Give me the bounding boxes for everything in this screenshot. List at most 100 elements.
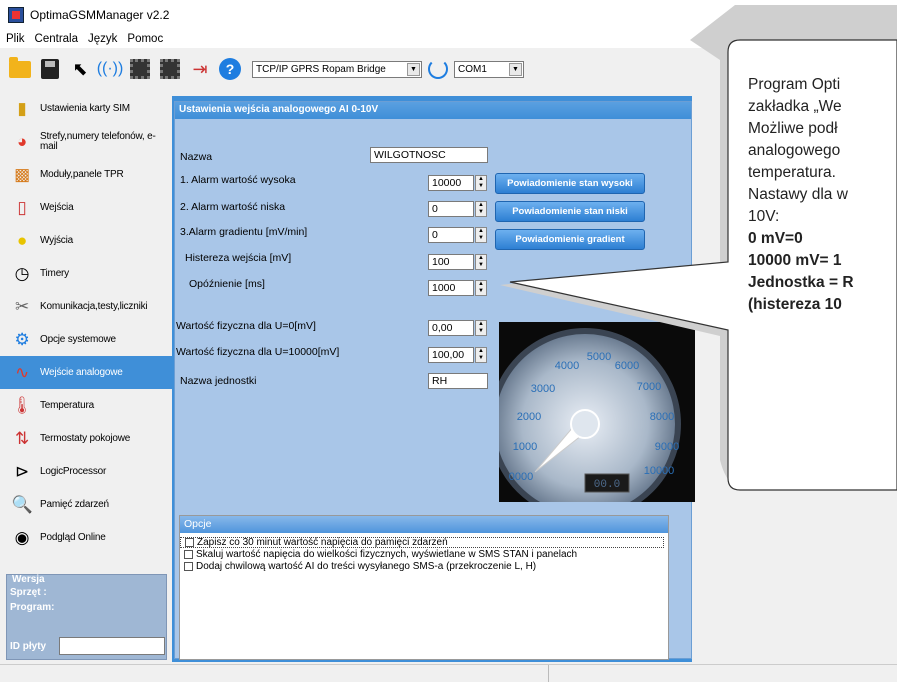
option-scale-voltage[interactable]: Skaluj wartość napięcia do wielkości fiz… bbox=[180, 549, 668, 560]
alarm-gradient-field[interactable]: 0 bbox=[428, 227, 474, 243]
log-icon: 🔍 bbox=[11, 494, 33, 514]
analog-input-panel: Ustawienia wejścia analogowego AI 0-10V … bbox=[174, 101, 695, 660]
bulb-icon: ● bbox=[16, 230, 28, 250]
phys-value-10000-field[interactable]: 100,00 bbox=[428, 347, 474, 363]
name-label: Nazwa bbox=[180, 151, 213, 163]
tools-icon: ✂ bbox=[14, 296, 30, 316]
unit-name-label: Nazwa jednostki bbox=[180, 375, 257, 387]
notify-low-button[interactable]: Powiadomienie stan niski bbox=[495, 201, 645, 222]
gauge-tick: 3000 bbox=[531, 383, 555, 395]
option-add-ai-value[interactable]: Dodaj chwilową wartość AI do treści wysy… bbox=[180, 561, 668, 572]
gauge-tick: 7000 bbox=[637, 381, 661, 393]
sidebar-item-temperature[interactable]: 🌡 Temperatura bbox=[0, 389, 172, 422]
port-select[interactable]: COM1 ▼ bbox=[454, 60, 524, 78]
sidebar-item-label: Termostaty pokojowe bbox=[40, 432, 131, 444]
open-folder-button[interactable] bbox=[8, 56, 32, 81]
menu-pomoc[interactable]: Pomoc bbox=[127, 33, 163, 45]
callout-text: Program Opti zakładka „We Możliwe podł a… bbox=[748, 74, 897, 316]
connection-type-select[interactable]: TCP/IP GPRS Ropam Bridge ▼ bbox=[252, 60, 422, 78]
status-divider bbox=[548, 665, 549, 682]
name-field[interactable]: WILGOTNOSC bbox=[370, 147, 488, 163]
callout-line: temperatura. bbox=[748, 164, 836, 181]
sidebar-item-outputs[interactable]: ● Wyjścia bbox=[0, 224, 172, 257]
refresh-icon[interactable] bbox=[428, 59, 448, 79]
checkbox[interactable] bbox=[185, 538, 194, 547]
help-button[interactable]: ? bbox=[218, 57, 242, 81]
sidebar-item-timers[interactable]: ◷ Timery bbox=[0, 257, 172, 290]
antenna-icon: ((·)) bbox=[96, 60, 124, 77]
sidebar-item-communication[interactable]: ✂ Komunikacja,testy,liczniki bbox=[0, 290, 172, 323]
options-title: Opcje bbox=[180, 516, 668, 533]
phys-value-10000-stepper[interactable]: ▲ ▼ bbox=[475, 347, 487, 363]
alarm-high-field[interactable]: 10000 bbox=[428, 175, 474, 191]
sidebar-item-zones[interactable]: ◕ Strefy,numery telefonów, e-mail bbox=[0, 125, 172, 158]
sidebar-item-label: Moduły,panele TPR bbox=[40, 168, 124, 180]
hysteresis-label: Histereza wejścia [mV] bbox=[185, 252, 292, 264]
phys-value-0-stepper[interactable]: ▲ ▼ bbox=[475, 320, 487, 336]
alarm-high-label: 1. Alarm wartość wysoka bbox=[180, 174, 296, 186]
option-label: Zapisz co 30 minut wartość napięcia do p… bbox=[197, 537, 448, 548]
hysteresis-field[interactable]: 100 bbox=[428, 254, 474, 270]
save-button[interactable] bbox=[38, 57, 62, 81]
input-icon: ▯ bbox=[17, 197, 27, 217]
sidebar-item-logic[interactable]: ⊳ LogicProcessor bbox=[0, 455, 172, 488]
module-read-button[interactable] bbox=[128, 57, 152, 81]
sidebar-item-thermostats[interactable]: ⇅ Termostaty pokojowe bbox=[0, 422, 172, 455]
notify-gradient-button[interactable]: Powiadomienie gradient bbox=[495, 229, 645, 250]
gauge-tick: 0000 bbox=[509, 471, 533, 483]
sidebar-item-label: Temperatura bbox=[40, 399, 94, 411]
option-save-voltage[interactable]: Zapisz co 30 minut wartość napięcia do p… bbox=[180, 537, 664, 548]
read-button[interactable]: ⬉ bbox=[68, 57, 92, 81]
alarm-gradient-label: 3.Alarm gradientu [mV/min] bbox=[180, 226, 308, 238]
module-write-button[interactable] bbox=[158, 57, 182, 81]
minimize-icon[interactable]: — bbox=[848, 6, 861, 21]
logic-icon: ⊳ bbox=[14, 461, 30, 481]
hysteresis-stepper[interactable]: ▲ ▼ bbox=[475, 254, 487, 270]
panel-title: Ustawienia wejścia analogowego AI 0-10V bbox=[175, 102, 691, 119]
sidebar-item-online[interactable]: ◉ Podgląd Online bbox=[0, 521, 172, 554]
menu-jezyk[interactable]: Język bbox=[88, 33, 117, 45]
menu-bar: Plik Centrala Język Pomoc bbox=[0, 30, 897, 48]
sidebar-item-event-log[interactable]: 🔍 Pamięć zdarzeń bbox=[0, 488, 172, 521]
board-id-field[interactable] bbox=[59, 637, 165, 655]
alarm-low-stepper[interactable]: ▲ ▼ bbox=[475, 201, 487, 217]
gsm-button[interactable]: ((·)) bbox=[96, 57, 124, 81]
port-value: COM1 bbox=[458, 63, 487, 75]
delay-stepper[interactable]: ▲ ▼ bbox=[475, 280, 487, 296]
sidebar-item-sim[interactable]: ▮ Ustawienia karty SIM bbox=[0, 92, 172, 125]
alarm-low-field[interactable]: 0 bbox=[428, 201, 474, 217]
sidebar: ▮ Ustawienia karty SIM ◕ Strefy,numery tel… bbox=[0, 92, 172, 662]
clock-icon: ◷ bbox=[14, 263, 30, 283]
delay-field[interactable]: 1000 bbox=[428, 280, 474, 296]
phys-value-0-label: Wartość fizyczna dla U=0[mV] bbox=[176, 320, 316, 332]
sim-card-icon: ▮ bbox=[17, 98, 27, 118]
gauge-hub bbox=[570, 409, 600, 439]
gauge-tick: 4000 bbox=[555, 360, 579, 372]
options-box: Opcje Zapisz co 30 minut wartość napięci… bbox=[179, 515, 669, 660]
sidebar-item-label: Wyjścia bbox=[40, 234, 73, 246]
pie-chart-icon: ◕ bbox=[16, 131, 28, 151]
checkbox[interactable] bbox=[184, 562, 193, 571]
thermometer-icon: 🌡 bbox=[11, 395, 33, 415]
version-legend: Wersja bbox=[12, 574, 45, 585]
checkbox[interactable] bbox=[184, 550, 193, 559]
menu-centrala[interactable]: Centrala bbox=[35, 33, 78, 45]
alarm-gradient-stepper[interactable]: ▲ ▼ bbox=[475, 227, 487, 243]
sidebar-item-label: Timery bbox=[40, 267, 69, 279]
sidebar-item-modules[interactable]: ▩ Moduły,panele TPR bbox=[0, 158, 172, 191]
menu-plik[interactable]: Plik bbox=[6, 33, 25, 45]
app-logo-icon bbox=[8, 7, 24, 23]
phys-value-0-field[interactable]: 0,00 bbox=[428, 320, 474, 336]
callout-bold-line: 0 mV=0 bbox=[748, 230, 803, 247]
exit-button[interactable]: ⇥ bbox=[188, 57, 212, 81]
gear-icon: ⚙ bbox=[14, 329, 30, 349]
notify-high-button[interactable]: Powiadomienie stan wysoki bbox=[495, 173, 645, 194]
callout-line: analogowego bbox=[748, 142, 841, 159]
callout-line: Nastawy dla w bbox=[748, 186, 848, 203]
sidebar-item-inputs[interactable]: ▯ Wejścia bbox=[0, 191, 172, 224]
alarm-high-stepper[interactable]: ▲ ▼ bbox=[475, 175, 487, 191]
callout-bold-line: Jednostka = R bbox=[748, 274, 854, 291]
unit-name-field[interactable]: RH bbox=[428, 373, 488, 389]
sidebar-item-analog-input[interactable]: ∿ Wejście analogowe bbox=[0, 356, 172, 389]
sidebar-item-system-options[interactable]: ⚙ Opcje systemowe bbox=[0, 323, 172, 356]
